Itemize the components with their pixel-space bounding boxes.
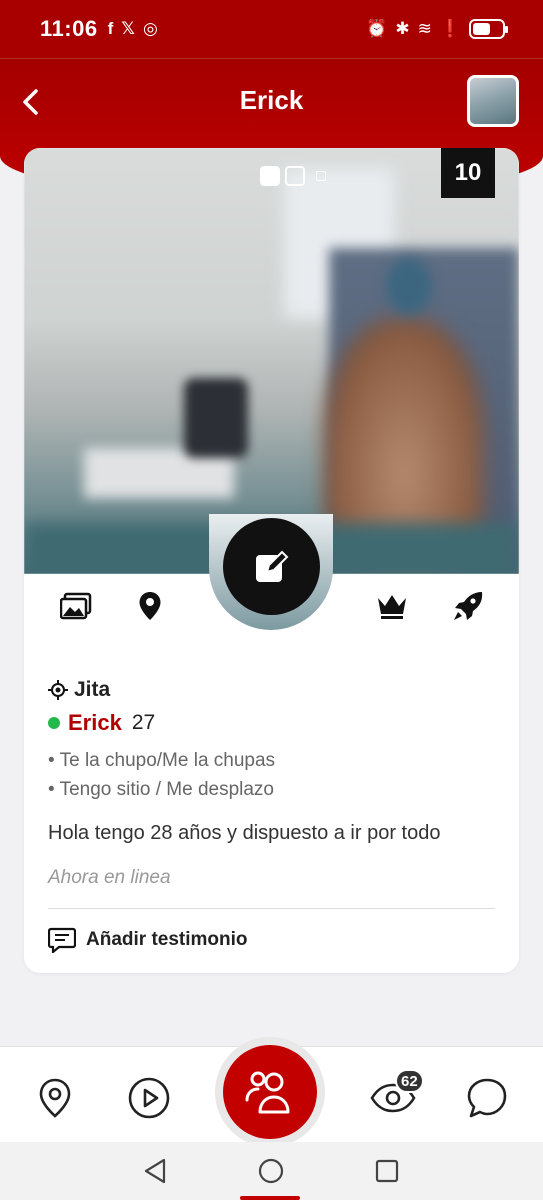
bottom-navigation: 62 — [0, 1037, 543, 1147]
add-testimonial-label: Añadir testimonio — [86, 929, 248, 950]
photo-page-dot[interactable] — [285, 166, 305, 186]
tag-item: Tengo sitio / Me desplazo — [48, 775, 495, 804]
system-navigation-bar — [0, 1142, 543, 1200]
battery-icon — [469, 19, 508, 39]
profile-photo[interactable] — [24, 148, 519, 574]
profile-tags: Te la chupo/Me la chupas Tengo sitio / M… — [48, 746, 495, 804]
bluetooth-icon: ✱ — [395, 19, 410, 38]
avatar[interactable] — [467, 75, 519, 127]
x-icon: 𝕏 — [121, 19, 135, 38]
profile-description: Hola tengo 28 años y dispuesto a ir por … — [48, 822, 441, 844]
photo-page-dot[interactable] — [316, 171, 326, 181]
profile-name: Erick — [68, 710, 122, 735]
add-testimonial-button[interactable]: Añadir testimonio — [48, 927, 248, 953]
clock: 11:06 — [40, 16, 98, 41]
map-pin-icon — [39, 1078, 71, 1118]
nav-people[interactable] — [223, 1045, 317, 1139]
alarm-icon: ⏰ — [366, 19, 388, 38]
viewers-count-badge: 62 — [395, 1069, 424, 1093]
profile-age: 27 — [131, 711, 156, 734]
photo-page-dot[interactable] — [260, 166, 280, 186]
square-recents-icon — [375, 1159, 399, 1183]
photos-icon — [60, 592, 92, 620]
crosshair-icon — [48, 680, 68, 700]
photo-pager — [260, 166, 326, 186]
instagram-icon: ◎ — [142, 19, 158, 38]
facebook-icon: f — [107, 19, 114, 38]
edit-profile-button[interactable] — [223, 518, 320, 615]
alert-icon: ❗ — [439, 19, 461, 38]
profile-card: 10 Jita Erick 27 Te la chupo/Me la chupa… — [24, 148, 519, 973]
system-home-button[interactable] — [258, 1158, 284, 1184]
profile-info: Jita Erick 27 Te la chupo/Me la chupas T… — [48, 678, 495, 889]
triangle-back-icon — [144, 1158, 166, 1184]
page-title: Erick — [239, 85, 304, 115]
tag-item: Te la chupo/Me la chupas — [48, 746, 495, 775]
system-back-button[interactable] — [142, 1158, 168, 1184]
photos-button[interactable] — [58, 588, 94, 624]
last-seen-status: Ahora en linea — [48, 867, 171, 888]
nav-map[interactable] — [32, 1075, 78, 1121]
rocket-icon — [454, 592, 483, 620]
nav-chat[interactable] — [464, 1075, 510, 1121]
online-indicator — [48, 717, 60, 729]
location-button[interactable] — [132, 588, 168, 624]
location-label: Jita — [74, 678, 111, 701]
comment-icon — [48, 927, 76, 953]
play-icon — [128, 1077, 170, 1119]
location-pin-icon — [139, 592, 161, 620]
boost-button[interactable] — [450, 588, 486, 624]
wifi-icon: ≋ — [417, 19, 432, 38]
chat-icon — [467, 1078, 507, 1118]
system-recents-button[interactable] — [374, 1158, 400, 1184]
divider — [48, 908, 495, 909]
edit-icon — [255, 550, 288, 582]
photo-count-badge: 10 — [441, 148, 495, 198]
circle-home-icon — [258, 1158, 284, 1184]
people-icon — [245, 1071, 290, 1114]
status-bar: 11:06 f 𝕏 ◎ ⏰ ✱ ≋ ❗ — [0, 0, 543, 58]
nav-videos[interactable] — [126, 1075, 172, 1121]
crown-icon — [378, 595, 406, 619]
premium-button[interactable] — [374, 588, 410, 624]
